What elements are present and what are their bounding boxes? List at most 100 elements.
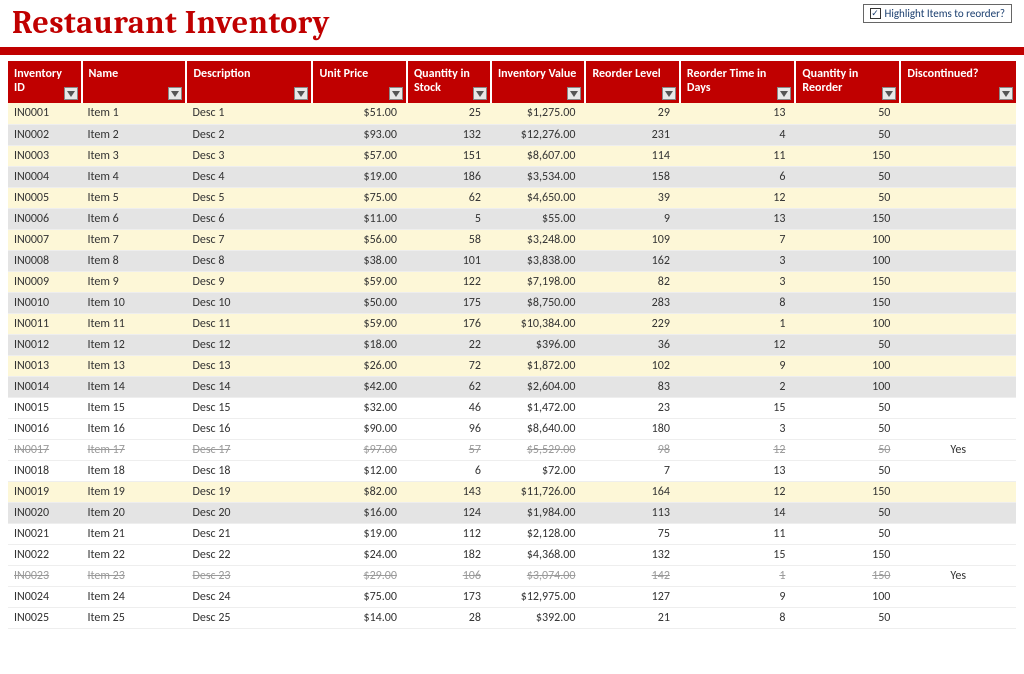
- table-row[interactable]: IN0005Item 5Desc 5$75.0062$4,650.0039125…: [8, 187, 1016, 208]
- table-row[interactable]: IN0023Item 23Desc 23$29.00106$3,074.0014…: [8, 565, 1016, 586]
- filter-dropdown-icon[interactable]: [64, 87, 78, 100]
- cell: 150: [795, 271, 900, 292]
- table-row[interactable]: IN0009Item 9Desc 9$59.00122$7,198.008231…: [8, 271, 1016, 292]
- column-header-label: Reorder Level: [592, 67, 660, 81]
- column-header[interactable]: Reorder Time in Days: [680, 61, 795, 103]
- cell: Desc 2: [186, 124, 312, 145]
- cell: IN0001: [8, 103, 82, 124]
- cell: Desc 20: [186, 502, 312, 523]
- cell: 12: [680, 334, 795, 355]
- cell: 39: [585, 187, 679, 208]
- filter-dropdown-icon[interactable]: [662, 87, 676, 100]
- cell: [900, 397, 1016, 418]
- cell: 50: [795, 460, 900, 481]
- filter-dropdown-icon[interactable]: [168, 87, 182, 100]
- column-header[interactable]: Inventory Value: [491, 61, 585, 103]
- cell: $396.00: [491, 334, 585, 355]
- cell: 15: [680, 397, 795, 418]
- cell: [900, 166, 1016, 187]
- cell: 4: [680, 124, 795, 145]
- cell: [900, 292, 1016, 313]
- cell: 96: [407, 418, 491, 439]
- highlight-reorder-checkbox[interactable]: ✓ Highlight Items to reorder?: [863, 4, 1013, 23]
- table-row[interactable]: IN0021Item 21Desc 21$19.00112$2,128.0075…: [8, 523, 1016, 544]
- cell: $5,529.00: [491, 439, 585, 460]
- table-row[interactable]: IN0015Item 15Desc 15$32.0046$1,472.00231…: [8, 397, 1016, 418]
- cell: Item 13: [82, 355, 187, 376]
- column-header[interactable]: Discontinued?: [900, 61, 1016, 103]
- table-row[interactable]: IN0022Item 22Desc 22$24.00182$4,368.0013…: [8, 544, 1016, 565]
- cell: 142: [585, 565, 679, 586]
- title-rule: [0, 47, 1024, 55]
- cell: 36: [585, 334, 679, 355]
- table-row[interactable]: IN0006Item 6Desc 6$11.005$55.00913150: [8, 208, 1016, 229]
- cell: Yes: [900, 565, 1016, 586]
- cell: Item 16: [82, 418, 187, 439]
- table-row[interactable]: IN0002Item 2Desc 2$93.00132$12,276.00231…: [8, 124, 1016, 145]
- cell: IN0023: [8, 565, 82, 586]
- cell: $8,607.00: [491, 145, 585, 166]
- cell: IN0021: [8, 523, 82, 544]
- cell: Desc 4: [186, 166, 312, 187]
- filter-dropdown-icon[interactable]: [777, 87, 791, 100]
- column-header[interactable]: Description: [186, 61, 312, 103]
- table-row[interactable]: IN0001Item 1Desc 1$51.0025$1,275.0029135…: [8, 103, 1016, 124]
- filter-dropdown-icon[interactable]: [567, 87, 581, 100]
- cell: Yes: [900, 439, 1016, 460]
- cell: [900, 376, 1016, 397]
- table-row[interactable]: IN0003Item 3Desc 3$57.00151$8,607.001141…: [8, 145, 1016, 166]
- table-row[interactable]: IN0025Item 25Desc 25$14.0028$392.0021850: [8, 607, 1016, 628]
- cell: Desc 25: [186, 607, 312, 628]
- cell: Item 25: [82, 607, 187, 628]
- cell: 50: [795, 418, 900, 439]
- cell: $3,248.00: [491, 229, 585, 250]
- cell: 229: [585, 313, 679, 334]
- cell: 158: [585, 166, 679, 187]
- table-row[interactable]: IN0024Item 24Desc 24$75.00173$12,975.001…: [8, 586, 1016, 607]
- table-row[interactable]: IN0010Item 10Desc 10$50.00175$8,750.0028…: [8, 292, 1016, 313]
- table-row[interactable]: IN0008Item 8Desc 8$38.00101$3,838.001623…: [8, 250, 1016, 271]
- cell: [900, 418, 1016, 439]
- cell: 9: [585, 208, 679, 229]
- cell: 8: [680, 607, 795, 628]
- cell: IN0016: [8, 418, 82, 439]
- cell: 25: [407, 103, 491, 124]
- filter-dropdown-icon[interactable]: [882, 87, 896, 100]
- column-header[interactable]: Reorder Level: [585, 61, 679, 103]
- table-row[interactable]: IN0004Item 4Desc 4$19.00186$3,534.001586…: [8, 166, 1016, 187]
- cell: IN0011: [8, 313, 82, 334]
- cell: IN0008: [8, 250, 82, 271]
- filter-dropdown-icon[interactable]: [999, 87, 1013, 100]
- cell: 180: [585, 418, 679, 439]
- table-row[interactable]: IN0019Item 19Desc 19$82.00143$11,726.001…: [8, 481, 1016, 502]
- cell: 50: [795, 502, 900, 523]
- table-row[interactable]: IN0014Item 14Desc 14$42.0062$2,604.00832…: [8, 376, 1016, 397]
- cell: IN0017: [8, 439, 82, 460]
- column-header[interactable]: Quantity in Reorder: [795, 61, 900, 103]
- column-header[interactable]: Inventory ID: [8, 61, 82, 103]
- table-row[interactable]: IN0020Item 20Desc 20$16.00124$1,984.0011…: [8, 502, 1016, 523]
- cell: $1,472.00: [491, 397, 585, 418]
- filter-dropdown-icon[interactable]: [389, 87, 403, 100]
- cell: [900, 481, 1016, 502]
- table-row[interactable]: IN0017Item 17Desc 17$97.0057$5,529.00981…: [8, 439, 1016, 460]
- highlight-reorder-label: Highlight Items to reorder?: [885, 7, 1006, 20]
- cell: [900, 460, 1016, 481]
- cell: 7: [585, 460, 679, 481]
- column-header[interactable]: Unit Price: [312, 61, 406, 103]
- table-row[interactable]: IN0018Item 18Desc 18$12.006$72.0071350: [8, 460, 1016, 481]
- cell: 2: [680, 376, 795, 397]
- table-row[interactable]: IN0011Item 11Desc 11$59.00176$10,384.002…: [8, 313, 1016, 334]
- filter-dropdown-icon[interactable]: [473, 87, 487, 100]
- cell: 182: [407, 544, 491, 565]
- cell: 50: [795, 523, 900, 544]
- table-row[interactable]: IN0013Item 13Desc 13$26.0072$1,872.00102…: [8, 355, 1016, 376]
- table-row[interactable]: IN0007Item 7Desc 7$56.0058$3,248.0010971…: [8, 229, 1016, 250]
- column-header[interactable]: Quantity in Stock: [407, 61, 491, 103]
- filter-dropdown-icon[interactable]: [294, 87, 308, 100]
- table-row[interactable]: IN0016Item 16Desc 16$90.0096$8,640.00180…: [8, 418, 1016, 439]
- cell: $82.00: [312, 481, 406, 502]
- table-row[interactable]: IN0012Item 12Desc 12$18.0022$396.0036125…: [8, 334, 1016, 355]
- column-header[interactable]: Name: [82, 61, 187, 103]
- cell: 58: [407, 229, 491, 250]
